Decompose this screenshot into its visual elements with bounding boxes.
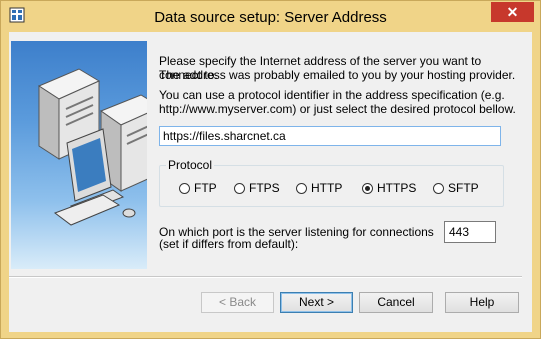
radio-button-icon bbox=[179, 182, 190, 194]
close-button[interactable]: ✕ bbox=[491, 2, 534, 22]
wizard-illustration bbox=[11, 41, 147, 269]
radio-ftp[interactable]: FTP bbox=[179, 181, 217, 195]
radio-label: SFTP bbox=[448, 181, 479, 195]
dialog-client: Please specify the Internet address of t… bbox=[9, 32, 532, 332]
radio-button-checked-icon bbox=[362, 182, 373, 194]
radio-label: FTP bbox=[194, 181, 217, 195]
intro-line-3: You can use a protocol identifier in the… bbox=[159, 88, 505, 102]
servers-computer-icon bbox=[37, 68, 147, 226]
radio-button-icon bbox=[234, 182, 245, 194]
back-button[interactable]: < Back bbox=[201, 292, 274, 313]
radio-label: HTTPS bbox=[377, 181, 417, 195]
intro-line-2: The address was probably emailed to you … bbox=[159, 68, 516, 82]
dialog-window: Data source setup: Server Address ✕ Plea… bbox=[0, 0, 541, 339]
port-input[interactable]: 443 bbox=[444, 221, 496, 243]
intro-line-4: http://www.myserver.com) or just select … bbox=[159, 102, 516, 116]
separator bbox=[9, 276, 522, 278]
radio-ftps[interactable]: FTPS bbox=[234, 181, 280, 195]
help-button[interactable]: Help bbox=[445, 292, 519, 313]
server-address-input[interactable]: https://files.sharcnet.ca bbox=[159, 126, 501, 146]
window-title: Data source setup: Server Address bbox=[154, 9, 387, 26]
radio-https[interactable]: HTTPS bbox=[362, 181, 416, 195]
radio-sftp[interactable]: SFTP bbox=[433, 181, 479, 195]
title-bar[interactable]: Data source setup: Server Address ✕ bbox=[1, 1, 540, 32]
radio-button-icon bbox=[296, 182, 307, 194]
radio-label: HTTP bbox=[311, 181, 343, 195]
close-icon: ✕ bbox=[506, 4, 519, 20]
next-button[interactable]: Next > bbox=[280, 292, 353, 313]
protocol-group-label: Protocol bbox=[166, 158, 215, 172]
cancel-button[interactable]: Cancel bbox=[359, 292, 433, 313]
radio-button-icon bbox=[433, 182, 444, 194]
radio-http[interactable]: HTTP bbox=[296, 181, 342, 195]
radio-label: FTPS bbox=[249, 181, 280, 195]
